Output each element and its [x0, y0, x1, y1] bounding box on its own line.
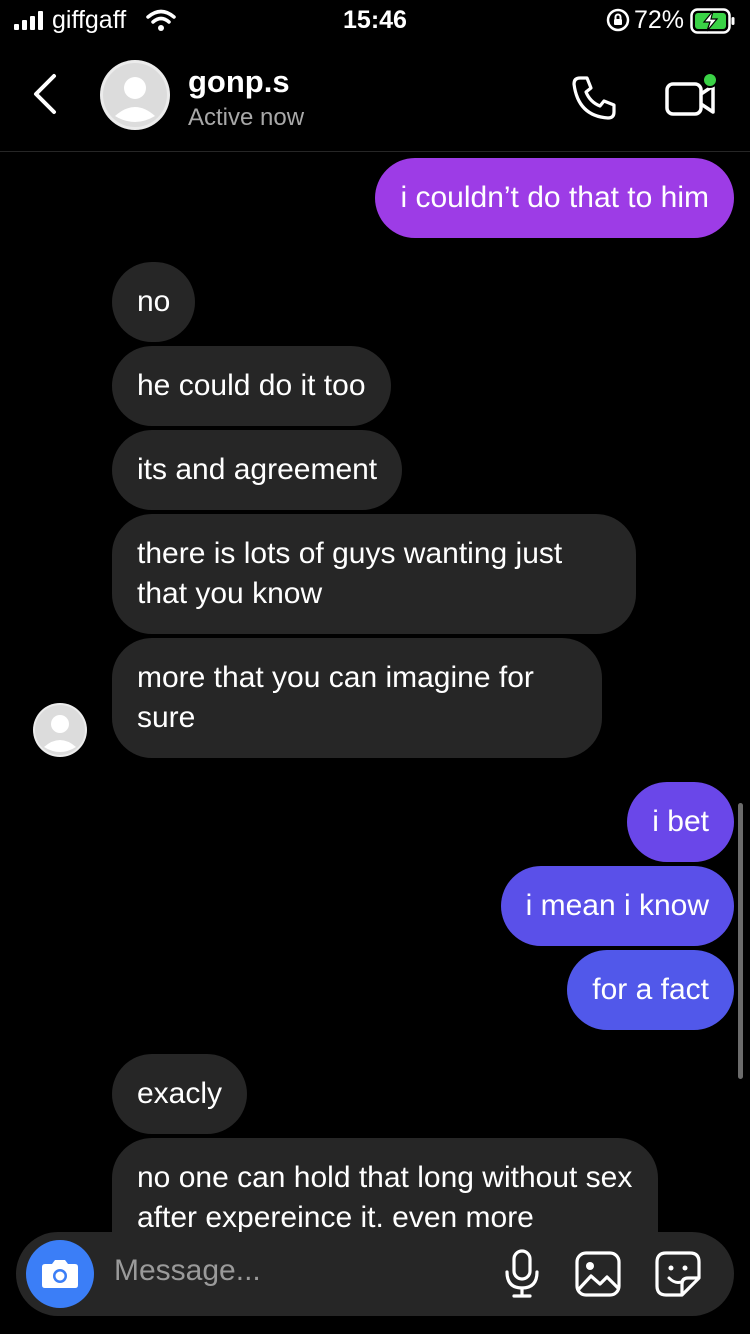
scrollbar[interactable]	[738, 803, 743, 1079]
message-composer: Message...	[16, 1232, 734, 1316]
battery-percent: 72%	[634, 6, 685, 34]
message-bubble-incoming[interactable]: he could do it too	[112, 346, 391, 426]
phone-icon[interactable]	[570, 74, 618, 122]
status-bar: giffgaff 15:46 72%	[0, 0, 750, 44]
message-input[interactable]: Message...	[114, 1254, 261, 1288]
activity-status: Active now	[188, 104, 305, 131]
back-icon[interactable]	[28, 72, 62, 116]
message-bubble-incoming[interactable]: more that you can imagine for sure	[112, 638, 602, 758]
video-camera-icon[interactable]	[664, 72, 720, 120]
avatar[interactable]	[100, 60, 170, 130]
sticker-icon[interactable]	[654, 1250, 702, 1298]
camera-icon	[42, 1260, 78, 1288]
battery-charging-icon	[690, 8, 735, 34]
message-bubble-incoming[interactable]: its and agreement	[112, 430, 403, 510]
orientation-lock-icon	[606, 8, 630, 32]
message-bubble-outgoing[interactable]: for a fact	[567, 950, 734, 1030]
message-bubble-incoming[interactable]: there is lots of guys wanting just that …	[112, 514, 636, 634]
camera-button[interactable]	[26, 1240, 94, 1308]
message-bubble-outgoing[interactable]: i mean i know	[500, 866, 734, 946]
message-bubble-incoming[interactable]: exacly	[112, 1054, 248, 1134]
contact-name[interactable]: gonp.s	[188, 64, 290, 100]
message-bubble-outgoing[interactable]: i couldn’t do that to him	[375, 158, 734, 238]
gallery-icon[interactable]	[574, 1250, 622, 1298]
chat-header: gonp.s Active now	[0, 44, 750, 152]
message-bubble-incoming[interactable]: no	[112, 262, 196, 342]
microphone-icon[interactable]	[502, 1248, 542, 1300]
avatar[interactable]	[33, 703, 87, 757]
message-bubble-outgoing[interactable]: i bet	[627, 782, 734, 862]
